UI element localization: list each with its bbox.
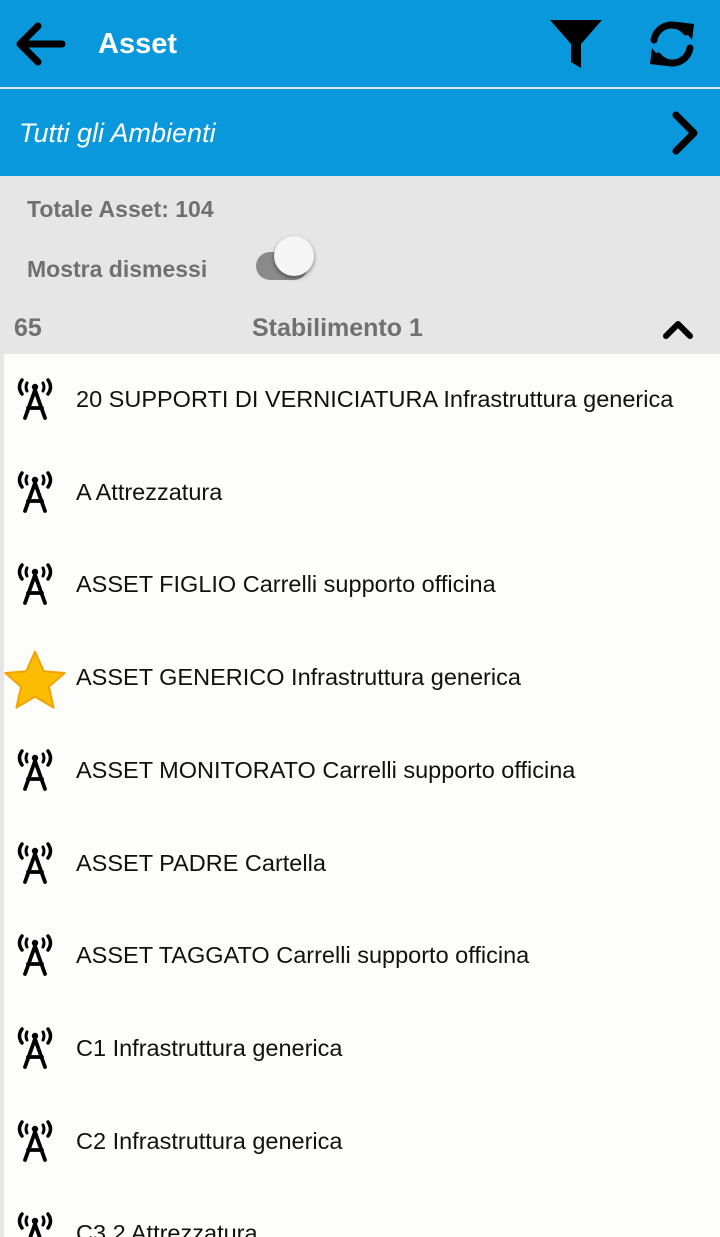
asset-label: ASSET PADRE Cartella [76, 849, 326, 876]
page-title: Asset [98, 28, 177, 60]
antenna-icon [12, 561, 58, 606]
antenna-icon [12, 376, 58, 420]
chevron-right-icon [672, 111, 698, 155]
antenna-icon [12, 747, 58, 791]
list-item[interactable]: C3 2 Attrezzatura [4, 1188, 720, 1237]
list-item[interactable]: C1 Infrastruttura generica [4, 1003, 720, 1095]
list-item[interactable]: ASSET GENERICO Infrastruttura generica [4, 632, 720, 724]
show-dismissed-label: Mostra dismessi [27, 256, 208, 282]
asset-label: ASSET GENERICO Infrastruttura generica [76, 664, 521, 691]
app-bar: Asset [0, 0, 720, 88]
asset-label: C2 Infrastruttura generica [76, 1127, 343, 1154]
list-item[interactable]: C2 Infrastruttura generica [4, 1096, 720, 1188]
antenna-icon [12, 1210, 58, 1237]
environment-selector[interactable]: Tutti gli Ambienti [0, 89, 720, 176]
antenna-icon [12, 840, 58, 884]
list-item[interactable]: ASSET MONITORATO Carrelli supporto offic… [4, 725, 720, 817]
list-item[interactable]: ASSET PADRE Cartella [4, 818, 720, 910]
antenna-icon [12, 1118, 58, 1162]
show-dismissed-toggle[interactable] [252, 232, 320, 288]
chevron-up-icon[interactable] [660, 314, 696, 344]
list-item[interactable]: 20 SUPPORTI DI VERNICIATURA Infrastruttu… [4, 354, 720, 446]
asset-label: 20 SUPPORTI DI VERNICIATURA Infrastruttu… [76, 386, 674, 412]
asset-label: ASSET TAGGATO Carrelli supporto officina [76, 942, 530, 969]
list-item[interactable]: ASSET TAGGATO Carrelli supporto officina [4, 910, 720, 1002]
environment-label: Tutti gli Ambienti [19, 118, 216, 148]
asset-list: 20 SUPPORTI DI VERNICIATURA Infrastruttu… [4, 354, 720, 1237]
star-icon [4, 650, 66, 710]
antenna-icon [12, 932, 58, 977]
list-item[interactable]: A Attrezzatura [4, 447, 720, 539]
antenna-icon [12, 1025, 58, 1069]
group-name[interactable]: Stabilimento 1 [252, 314, 423, 343]
toggle-knob [274, 236, 314, 276]
asset-label: ASSET FIGLIO Carrelli supporto officina [76, 571, 496, 598]
filter-icon[interactable] [546, 14, 606, 74]
asset-label: ASSET MONITORATO Carrelli supporto offic… [76, 756, 576, 783]
total-assets-label: Totale Asset: 104 [27, 196, 214, 222]
back-arrow-icon[interactable] [10, 14, 70, 74]
group-count: 65 [14, 314, 42, 342]
asset-label: A Attrezzatura [76, 478, 223, 505]
refresh-icon[interactable] [642, 14, 702, 74]
antenna-icon [12, 469, 58, 513]
asset-label: C3 2 Attrezzatura [76, 1220, 258, 1237]
asset-label: C1 Infrastruttura generica [76, 1034, 343, 1061]
summary-panel: Totale Asset: 104 Mostra dismessi 65 Sta… [0, 176, 720, 354]
list-item[interactable]: ASSET FIGLIO Carrelli supporto officina [4, 539, 720, 631]
